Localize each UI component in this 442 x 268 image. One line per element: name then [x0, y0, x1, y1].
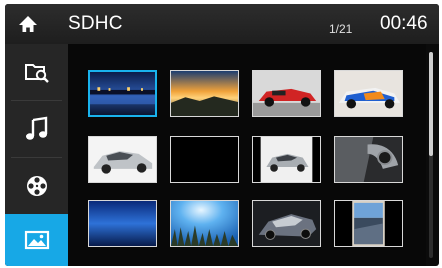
home-icon — [19, 16, 37, 32]
clock: 00:46 — [380, 13, 428, 34]
header-bar: SDHC 1/21 00:46 — [5, 4, 439, 44]
thumbnail[interactable] — [170, 136, 239, 183]
thumbnail[interactable] — [334, 70, 403, 117]
thumbnail[interactable] — [252, 136, 321, 183]
scrollbar[interactable] — [429, 52, 433, 258]
screen: SDHC 1/21 00:46 — [5, 4, 439, 266]
home-button[interactable] — [5, 4, 51, 44]
folder-search-icon — [24, 64, 49, 83]
scrollbar-thumb[interactable] — [429, 52, 433, 156]
thumbnail[interactable] — [88, 200, 157, 247]
sidebar-item-folder[interactable] — [5, 44, 68, 100]
sidebar — [5, 44, 68, 266]
thumbnail[interactable] — [252, 200, 321, 247]
thumbnail[interactable] — [252, 70, 321, 117]
sidebar-item-video[interactable] — [5, 158, 68, 214]
thumbnail[interactable] — [334, 200, 403, 247]
page-counter: 1/21 — [329, 22, 353, 36]
thumbnail[interactable] — [88, 70, 157, 117]
thumbnail-grid — [68, 44, 426, 266]
film-reel-icon — [26, 176, 47, 196]
music-note-icon — [25, 116, 47, 140]
sidebar-item-photo[interactable] — [5, 214, 68, 266]
source-title: SDHC — [68, 13, 123, 34]
picture-icon — [24, 230, 49, 250]
thumbnail[interactable] — [170, 200, 239, 247]
thumbnail[interactable] — [334, 136, 403, 183]
thumbnail[interactable] — [170, 70, 239, 117]
sidebar-item-music[interactable] — [5, 101, 68, 157]
thumbnail[interactable] — [88, 136, 157, 183]
